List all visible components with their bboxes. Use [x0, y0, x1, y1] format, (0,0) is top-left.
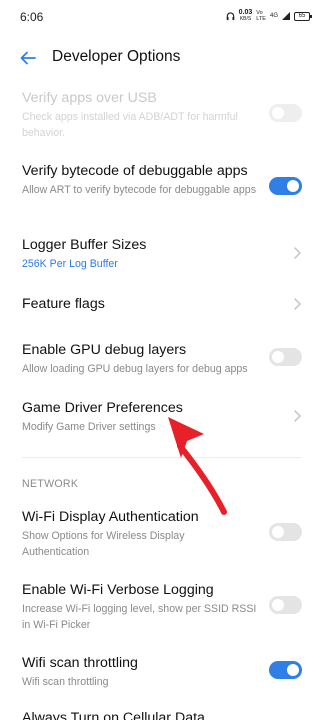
setting-wifi-scan-throttling[interactable]: Wifi scan throttling Wifi scan throttlin…: [0, 649, 324, 693]
setting-title: Always Turn on Cellular Data: [22, 710, 205, 720]
setting-verify-apps-usb[interactable]: Verify apps over USB Check apps installe…: [0, 86, 324, 139]
setting-subtitle: Modify Game Driver settings: [22, 421, 156, 433]
setting-subtitle: Allow ART to verify bytecode for debugga…: [22, 184, 256, 196]
setting-enable-gpu-debug-layers[interactable]: Enable GPU debug layers Allow loading GP…: [0, 336, 324, 380]
headset-icon: [226, 11, 234, 20]
setting-title: Wi-Fi Display Authentication: [22, 509, 199, 525]
setting-title: Wifi scan throttling: [22, 655, 138, 671]
toggle-knob: [272, 107, 284, 119]
setting-title: Verify bytecode of debuggable apps: [22, 163, 248, 179]
status-time: 6:06: [20, 10, 44, 24]
arrow-left-icon[interactable]: [18, 48, 38, 68]
setting-cellular-data[interactable]: Always Turn on Cellular Data: [0, 708, 324, 720]
section-header-network: NETWORK: [22, 478, 79, 490]
toggle-knob: [272, 599, 284, 611]
wifi-display-auth-toggle[interactable]: [269, 523, 302, 541]
setting-subtitle: Show Options for Wireless Display Authen…: [22, 530, 185, 558]
setting-title: Enable GPU debug layers: [22, 342, 187, 358]
app-bar: Developer Options: [0, 38, 324, 78]
setting-subtitle: Check apps installed via ADB/ADT for har…: [22, 111, 238, 139]
verify-bytecode-toggle[interactable]: [269, 177, 302, 195]
setting-title: Logger Buffer Sizes: [22, 237, 147, 253]
wifi-scan-throttling-toggle[interactable]: [269, 661, 302, 679]
signal-icon: [282, 12, 290, 20]
chevron-right-icon: [294, 298, 301, 310]
setting-logger-buffer-sizes[interactable]: Logger Buffer Sizes 256K Per Log Buffer: [0, 231, 324, 275]
status-bar: 6:06 0.03 KB/S Vo LTE 4G 65: [0, 0, 324, 34]
setting-feature-flags[interactable]: Feature flags: [0, 289, 324, 321]
verify-apps-usb-toggle[interactable]: [269, 104, 302, 122]
network-speed: 0.03 KB/S: [239, 9, 253, 23]
toggle-knob: [272, 351, 284, 363]
setting-verify-bytecode[interactable]: Verify bytecode of debuggable apps Allow…: [0, 158, 324, 214]
wifi-verbose-logging-toggle[interactable]: [269, 596, 302, 614]
section-divider: [22, 457, 302, 458]
network-speed-value: 0.03: [238, 9, 253, 16]
chevron-right-icon: [294, 247, 301, 259]
setting-game-driver-preferences[interactable]: Game Driver Preferences Modify Game Driv…: [0, 394, 324, 438]
setting-title: Game Driver Preferences: [22, 400, 183, 416]
toggle-knob: [287, 664, 299, 676]
setting-value: 256K Per Log Buffer: [22, 258, 118, 270]
network-speed-unit: KB/S: [239, 16, 252, 22]
status-icons: 0.03 KB/S Vo LTE 4G 65: [226, 9, 312, 23]
setting-subtitle: Wifi scan throttling: [22, 676, 109, 688]
setting-title: Enable Wi-Fi Verbose Logging: [22, 582, 214, 598]
setting-wifi-display-authentication[interactable]: Wi-Fi Display Authentication Show Option…: [0, 503, 324, 559]
chevron-right-icon: [294, 410, 301, 422]
signal-type-label: 4G: [269, 13, 278, 19]
gpu-debug-layers-toggle[interactable]: [269, 348, 302, 366]
battery-icon: 65: [294, 11, 312, 21]
setting-title: Verify apps over USB: [22, 90, 157, 106]
setting-title: Feature flags: [22, 296, 105, 312]
setting-subtitle: Allow loading GPU debug layers for debug…: [22, 363, 248, 375]
setting-subtitle: Increase Wi-Fi logging level, show per S…: [22, 603, 257, 631]
page-title: Developer Options: [52, 48, 181, 65]
setting-wifi-verbose-logging[interactable]: Enable Wi-Fi Verbose Logging Increase Wi…: [0, 576, 324, 632]
toggle-knob: [272, 526, 284, 538]
toggle-knob: [287, 180, 299, 192]
volte-indicator: Vo LTE: [256, 10, 266, 22]
